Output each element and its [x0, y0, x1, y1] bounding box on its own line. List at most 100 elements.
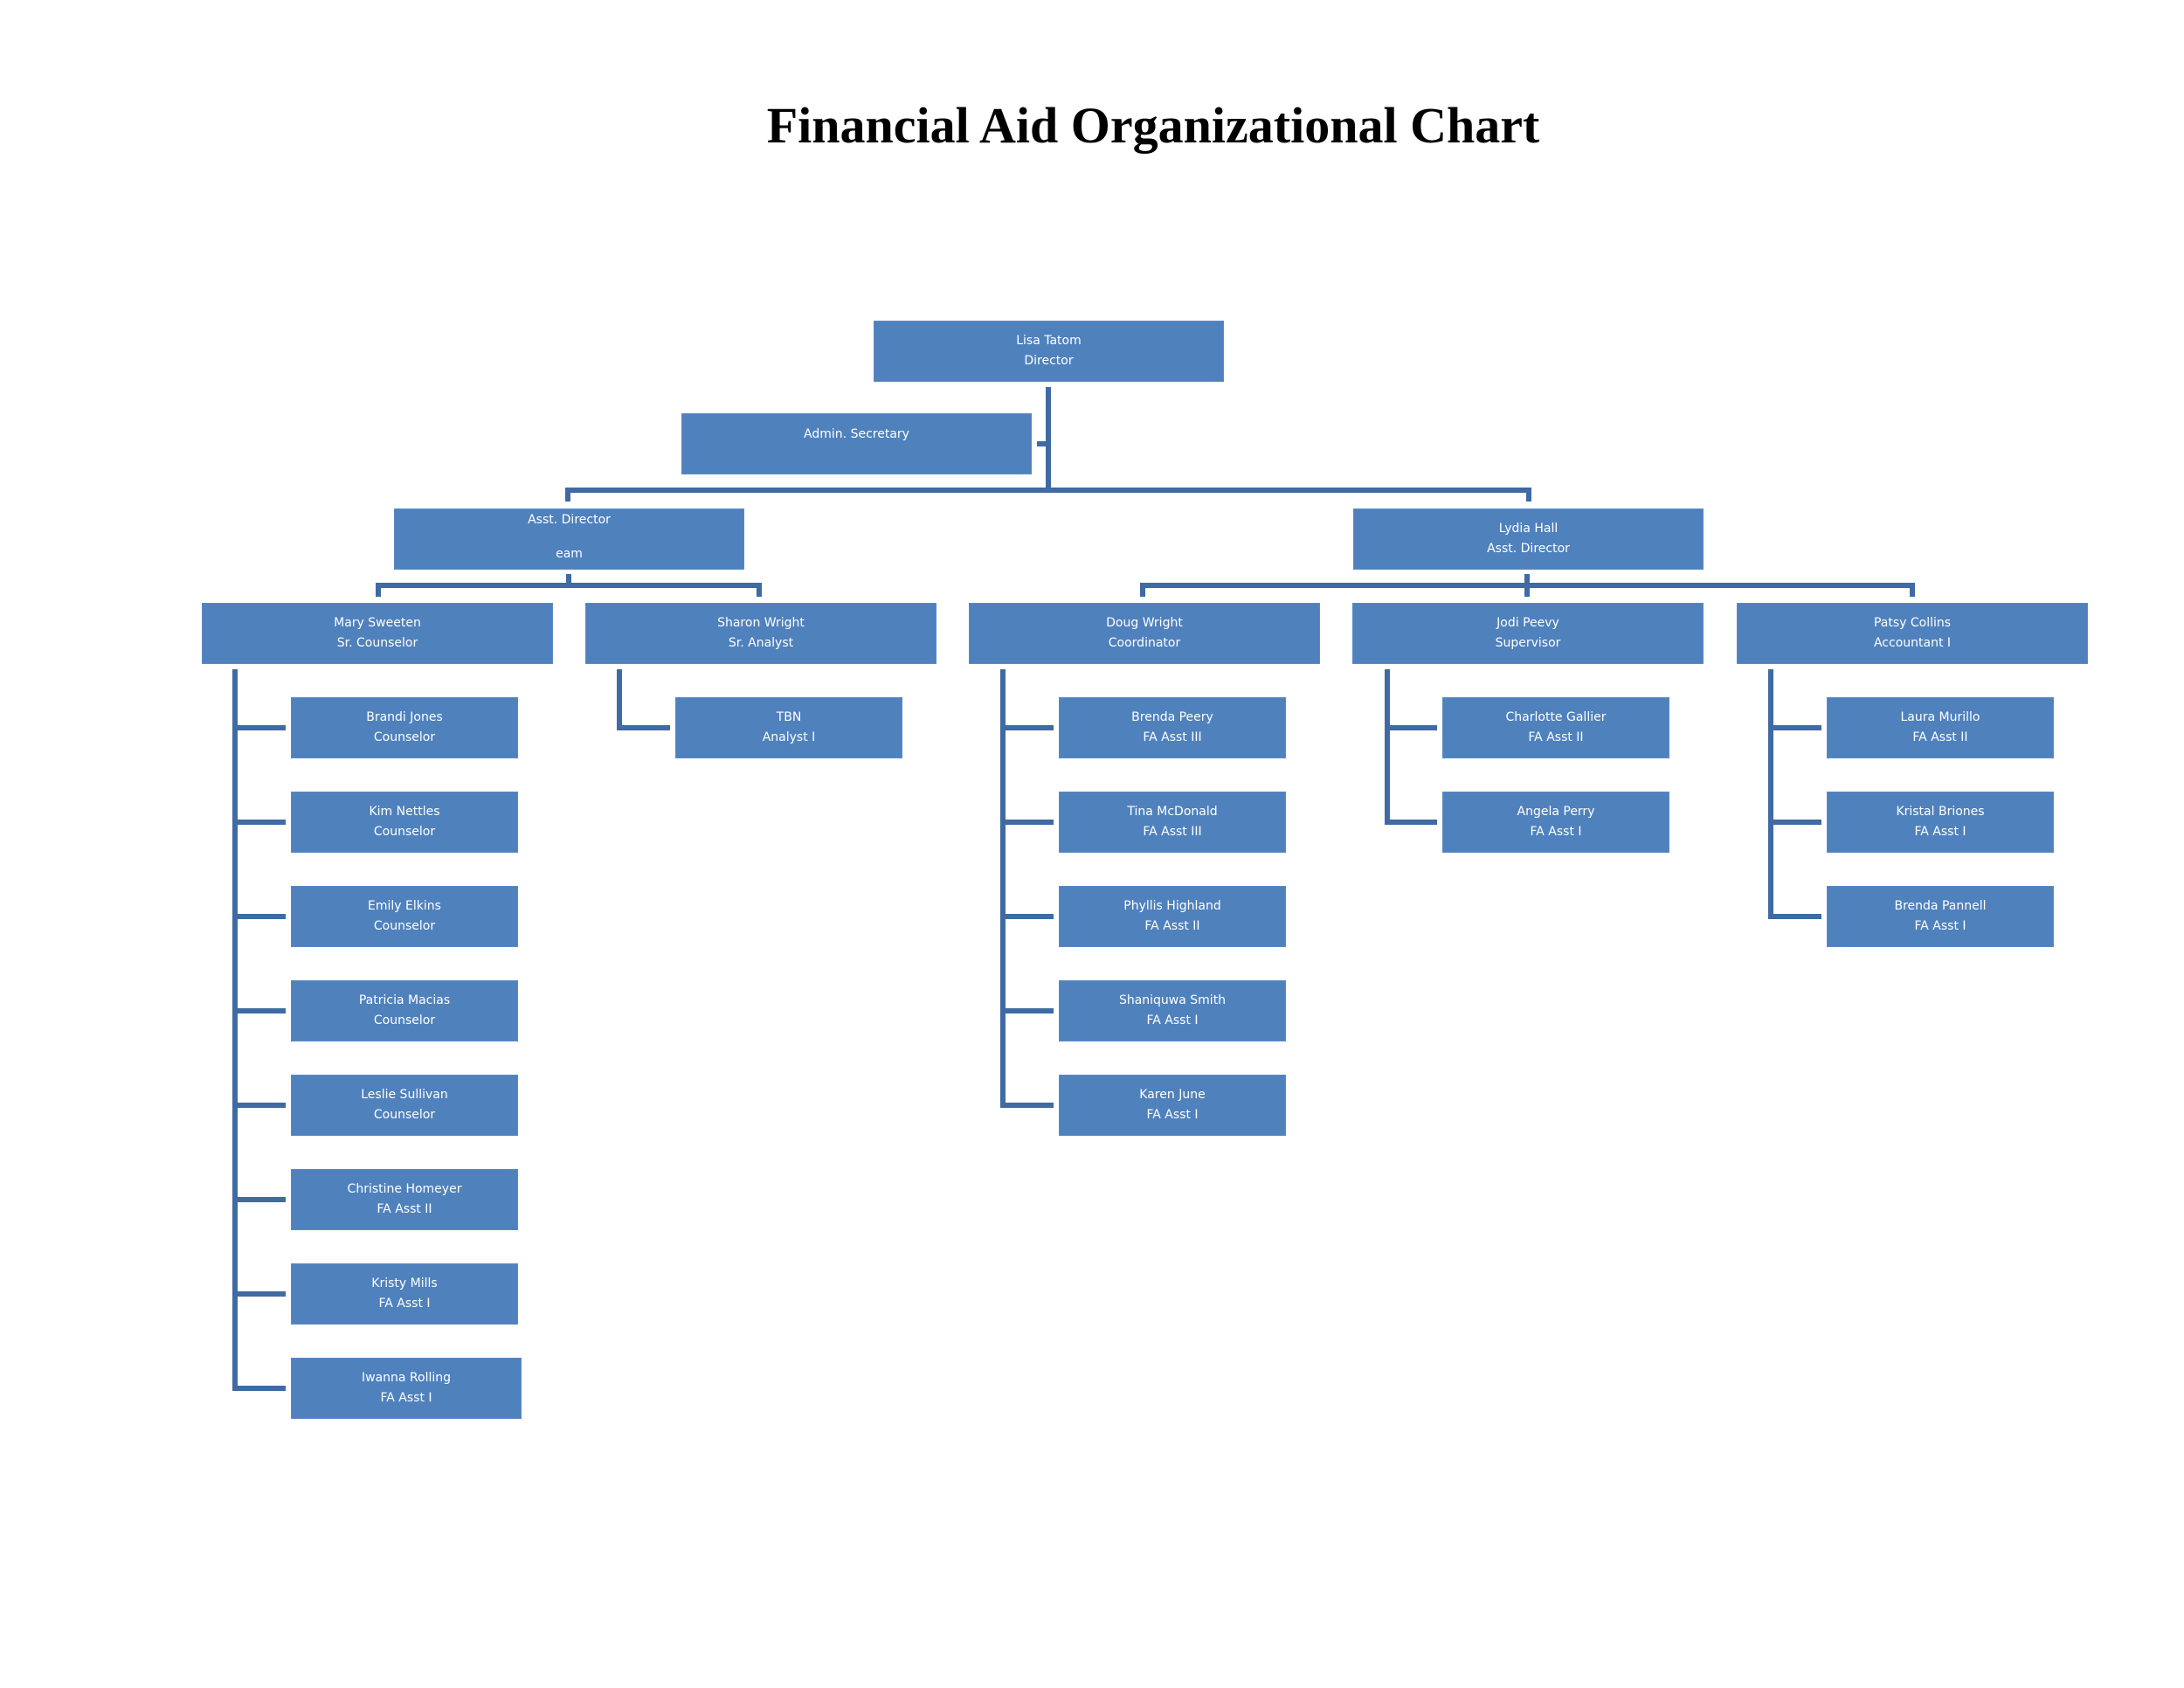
team-member-box[interactable]: Phyllis Highland FA Asst II — [1059, 886, 1286, 947]
person-name: Lisa Tatom — [1016, 334, 1082, 348]
team-branch-connector — [232, 1291, 286, 1297]
person-name: Lydia Hall — [1498, 522, 1559, 536]
manager-box[interactable]: Sharon Wright Sr. Analyst — [585, 603, 936, 664]
person-name: Jodi Peevy — [1496, 616, 1559, 630]
person-name: Mary Sweeten — [334, 616, 421, 630]
team-spine-connector — [1768, 669, 1773, 919]
team-member-box[interactable]: Tina McDonald FA Asst III — [1059, 792, 1286, 853]
person-role: Accountant I — [1873, 636, 1952, 650]
team-branch-connector — [1768, 820, 1821, 825]
team-member-box[interactable]: Shaniquwa Smith FA Asst I — [1059, 980, 1286, 1041]
person-role: FA Asst I — [1914, 825, 1966, 839]
person-role: Asst. Director — [1487, 542, 1570, 556]
team-branch-connector — [232, 820, 286, 825]
person-name: Charlotte Gallier — [1505, 710, 1607, 724]
connector-ad1-bar — [376, 583, 762, 588]
connector-director-down — [1046, 387, 1051, 492]
person-role: FA Asst I — [380, 1391, 432, 1405]
person-role: Counselor — [373, 1108, 436, 1122]
team-member-box[interactable]: Laura Murillo FA Asst II — [1827, 697, 2054, 758]
person-role: FA Asst II — [1912, 730, 1968, 744]
asst-director-box[interactable]: Lydia Hall Asst. Director — [1353, 508, 1704, 570]
person-name: Kristal Briones — [1896, 805, 1985, 819]
team-member-box[interactable]: Brandi Jones Counselor — [291, 697, 518, 758]
team-member-box[interactable]: Leslie Sullivan Counselor — [291, 1075, 518, 1136]
connector-ad2-drop-right — [1910, 583, 1915, 597]
team-member-box[interactable]: Kristy Mills FA Asst I — [291, 1263, 518, 1325]
connector-ad1-drop-right — [757, 583, 762, 597]
team-branch-connector — [1000, 914, 1054, 919]
connector-asst-left-drop — [565, 488, 570, 502]
person-role: FA Asst III — [1143, 825, 1202, 839]
asst-director-box[interactable]: Asst. Director eam — [394, 508, 744, 570]
person-name: Kristy Mills — [371, 1276, 438, 1290]
person-name: Laura Murillo — [1900, 710, 1980, 724]
person-name: Asst. Director — [528, 513, 611, 527]
manager-box[interactable]: Patsy Collins Accountant I — [1737, 603, 2088, 664]
team-branch-connector — [232, 1103, 286, 1108]
team-member-box[interactable]: Patricia Macias Counselor — [291, 980, 518, 1041]
person-role: FA Asst III — [1143, 730, 1202, 744]
team-spine-connector — [617, 669, 622, 730]
team-member-box[interactable]: Angela Perry FA Asst I — [1442, 792, 1669, 853]
team-member-box[interactable]: Brenda Peery FA Asst III — [1059, 697, 1286, 758]
manager-box[interactable]: Jodi Peevy Supervisor — [1352, 603, 1704, 664]
person-name: Brandi Jones — [366, 710, 443, 724]
team-branch-connector — [1385, 820, 1437, 825]
person-name: Emily Elkins — [368, 899, 441, 913]
team-member-box[interactable]: Kristal Briones FA Asst I — [1827, 792, 2054, 853]
connector-asst-bar — [565, 488, 1531, 493]
person-name: Phyllis Highland — [1123, 899, 1221, 913]
person-name: Doug Wright — [1106, 616, 1183, 630]
team-member-box[interactable]: Christine Homeyer FA Asst II — [291, 1169, 518, 1230]
team-branch-connector — [232, 1197, 286, 1202]
team-member-box[interactable]: Brenda Pannell FA Asst I — [1827, 886, 2054, 947]
person-role: FA Asst I — [378, 1297, 431, 1311]
person-role: Counselor — [373, 730, 436, 744]
team-branch-connector — [617, 725, 670, 730]
person-name: Sharon Wright — [717, 616, 805, 630]
person-role: Analyst I — [762, 730, 816, 744]
person-name: Patsy Collins — [1873, 616, 1952, 630]
team-spine-connector — [1000, 669, 1006, 1108]
connector-ad2-bar — [1140, 583, 1915, 588]
person-name: Leslie Sullivan — [361, 1088, 448, 1102]
person-name: Kim Nettles — [369, 805, 440, 819]
person-role: Coordinator — [1108, 636, 1181, 650]
team-member-box[interactable]: Emily Elkins Counselor — [291, 886, 518, 947]
team-branch-connector — [1000, 820, 1054, 825]
person-role: Counselor — [373, 1013, 436, 1027]
person-role: FA Asst I — [1914, 919, 1966, 933]
team-member-box[interactable]: Kim Nettles Counselor — [291, 792, 518, 853]
person-role: FA Asst II — [1528, 730, 1584, 744]
manager-box[interactable]: Mary Sweeten Sr. Counselor — [202, 603, 553, 664]
person-name: Iwanna Rolling — [361, 1371, 452, 1385]
secretary-box[interactable]: Admin. Secretary — [681, 413, 1032, 474]
person-role: Admin. Secretary — [804, 427, 909, 441]
team-branch-connector — [232, 1386, 286, 1391]
page-title: Financial Aid Organizational Chart — [766, 97, 1540, 154]
person-role: FA Asst II — [377, 1202, 432, 1216]
person-role: Counselor — [373, 825, 436, 839]
team-branch-connector — [1000, 1008, 1054, 1013]
team-spine-connector — [232, 669, 238, 1391]
connector-ad1-drop-left — [376, 583, 381, 597]
team-branch-connector — [232, 1008, 286, 1013]
team-member-box[interactable]: TBN Analyst I — [675, 697, 902, 758]
team-member-box[interactable]: Charlotte Gallier FA Asst II — [1442, 697, 1669, 758]
person-role: FA Asst I — [1146, 1013, 1199, 1027]
person-name: TBN — [776, 710, 802, 724]
team-spine-connector — [1385, 669, 1390, 825]
manager-box[interactable]: Doug Wright Coordinator — [969, 603, 1320, 664]
team-member-box[interactable]: Iwanna Rolling FA Asst I — [291, 1358, 522, 1419]
person-name: Brenda Pannell — [1894, 899, 1987, 913]
director-box[interactable]: Lisa Tatom Director — [874, 321, 1224, 382]
team-branch-connector — [1768, 914, 1821, 919]
team-branch-connector — [232, 914, 286, 919]
team-member-box[interactable]: Karen June FA Asst I — [1059, 1075, 1286, 1136]
team-branch-connector — [1768, 725, 1821, 730]
person-name — [682, 414, 1031, 425]
team-branch-connector — [1385, 725, 1437, 730]
person-name: Brenda Peery — [1131, 710, 1213, 724]
person-name: Patricia Macias — [358, 993, 451, 1007]
